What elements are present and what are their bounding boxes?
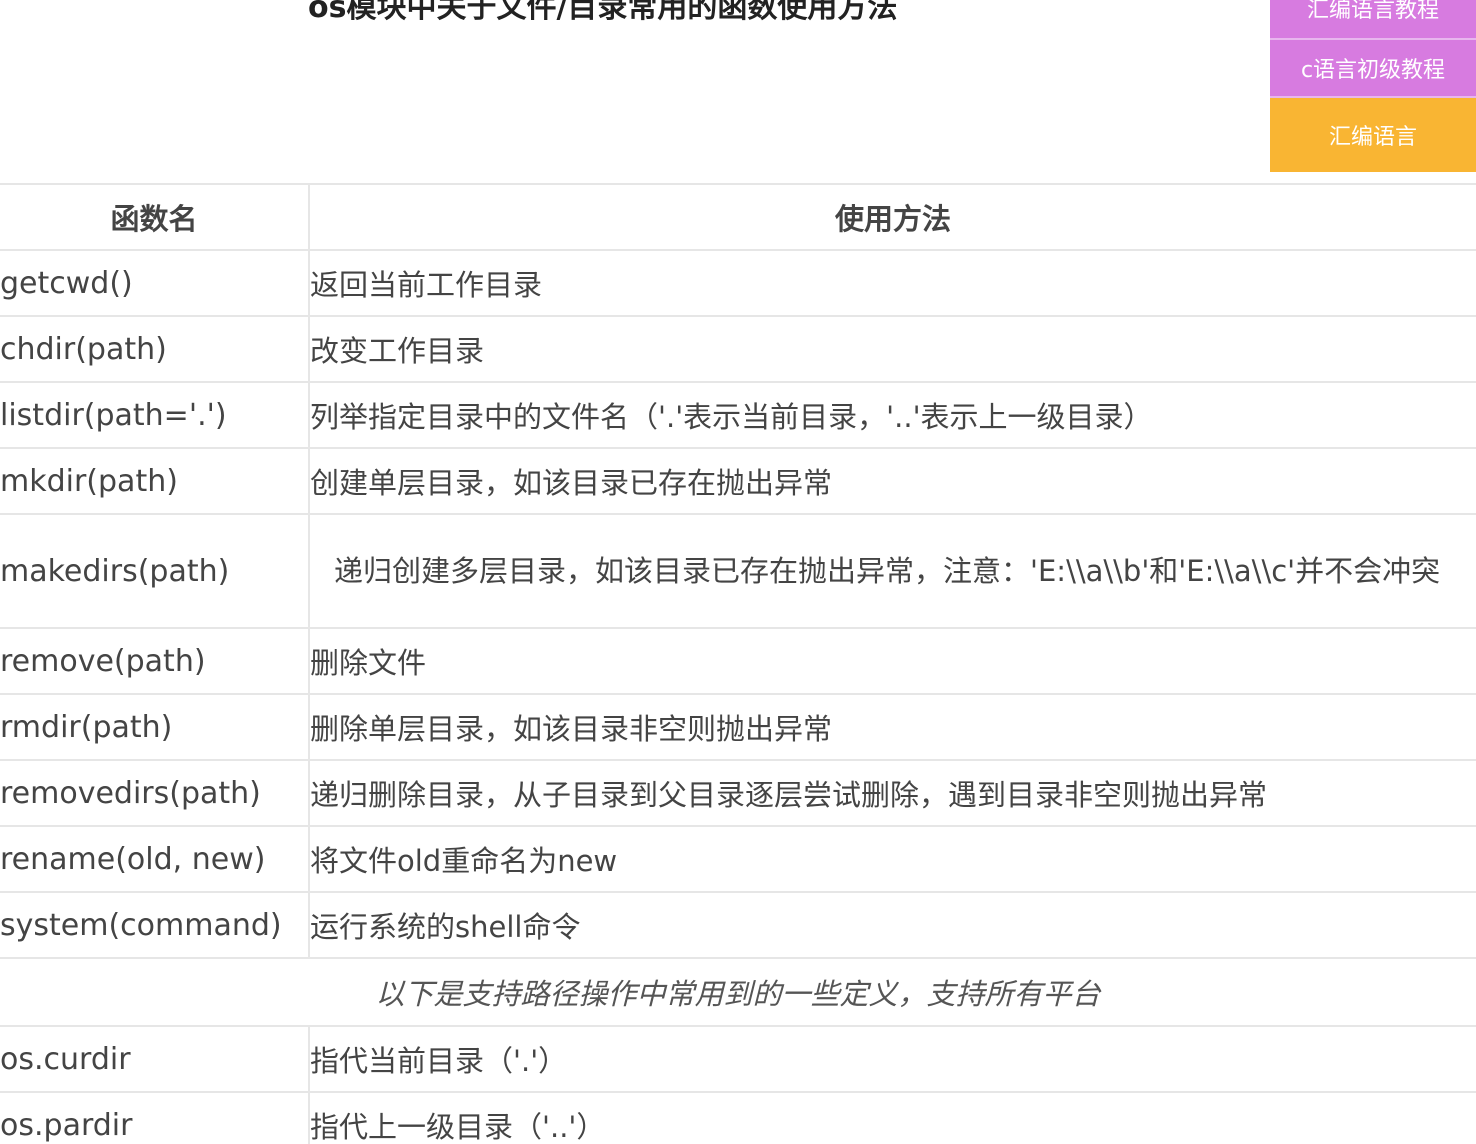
function-desc-cell: 列举指定目录中的文件名（'.'表示当前目录，'..'表示上一级目录） [309, 381, 1476, 449]
table-header-row: 函数名 使用方法 [0, 183, 1476, 251]
table-row: system(command) 运行系统的shell命令 [0, 891, 1476, 959]
function-name-cell: os.curdir [0, 1025, 310, 1093]
function-name-cell: system(command) [0, 891, 310, 959]
function-name-cell: getcwd() [0, 249, 310, 317]
table-row: remove(path) 删除文件 [0, 627, 1476, 695]
side-menu: 汇编语言教程 c语言初级教程 汇编语言 [1270, 0, 1476, 172]
function-name-cell: rename(old, new) [0, 825, 310, 893]
function-name-cell: mkdir(path) [0, 447, 310, 515]
function-name-cell: removedirs(path) [0, 759, 310, 827]
function-desc-cell: 创建单层目录，如该目录已存在抛出异常 [309, 447, 1476, 515]
menu-item-assembly-tutorial[interactable]: 汇编语言教程 [1270, 0, 1476, 40]
function-desc-cell: 指代当前目录（'.'） [309, 1025, 1476, 1093]
table-row: rename(old, new) 将文件old重命名为new [0, 825, 1476, 893]
table-row: os.pardir 指代上一级目录（'..'） [0, 1091, 1476, 1144]
function-desc-cell: 删除文件 [309, 627, 1476, 695]
function-desc-cell: 删除单层目录，如该目录非空则抛出异常 [309, 693, 1476, 761]
page-title: os模块中关于文件/目录常用的函数使用方法 [308, 0, 898, 25]
menu-item-c-beginner-tutorial[interactable]: c语言初级教程 [1270, 40, 1476, 98]
function-name-cell: rmdir(path) [0, 693, 310, 761]
os-functions-table: 函数名 使用方法 getcwd() 返回当前工作目录 chdir(path) 改… [0, 183, 1476, 1144]
table-row: chdir(path) 改变工作目录 [0, 315, 1476, 383]
table-row: makedirs(path) 递归创建多层目录，如该目录已存在抛出异常，注意：'… [0, 513, 1476, 629]
table-row: getcwd() 返回当前工作目录 [0, 249, 1476, 317]
function-desc-cell: 改变工作目录 [309, 315, 1476, 383]
header-usage: 使用方法 [309, 183, 1476, 251]
function-desc-cell: 将文件old重命名为new [309, 825, 1476, 893]
table-row: os.curdir 指代当前目录（'.'） [0, 1025, 1476, 1093]
path-definitions-note: 以下是支持路径操作中常用到的一些定义，支持所有平台 [0, 957, 1476, 1027]
table-note-row: 以下是支持路径操作中常用到的一些定义，支持所有平台 [0, 957, 1476, 1027]
function-name-cell: remove(path) [0, 627, 310, 695]
table-row: listdir(path='.') 列举指定目录中的文件名（'.'表示当前目录，… [0, 381, 1476, 449]
function-desc-cell: 递归删除目录，从子目录到父目录逐层尝试删除，遇到目录非空则抛出异常 [309, 759, 1476, 827]
function-desc-cell: 指代上一级目录（'..'） [309, 1091, 1476, 1144]
table-row: mkdir(path) 创建单层目录，如该目录已存在抛出异常 [0, 447, 1476, 515]
function-name-cell: os.pardir [0, 1091, 310, 1144]
header-function-name: 函数名 [0, 183, 310, 251]
function-desc-text: 递归创建多层目录，如该目录已存在抛出异常，注意：'E:\\a\\b'和'E:\\… [334, 554, 1441, 588]
table-row: rmdir(path) 删除单层目录，如该目录非空则抛出异常 [0, 693, 1476, 761]
function-name-cell: makedirs(path) [0, 513, 310, 629]
function-desc-cell: 返回当前工作目录 [309, 249, 1476, 317]
page: os模块中关于文件/目录常用的函数使用方法 汇编语言教程 c语言初级教程 汇编语… [0, 0, 1476, 1144]
function-name-cell: chdir(path) [0, 315, 310, 383]
table-row: removedirs(path) 递归删除目录，从子目录到父目录逐层尝试删除，遇… [0, 759, 1476, 827]
function-name-cell: listdir(path='.') [0, 381, 310, 449]
function-desc-cell: 递归创建多层目录，如该目录已存在抛出异常，注意：'E:\\a\\b'和'E:\\… [309, 513, 1476, 629]
menu-item-assembly-language[interactable]: 汇编语言 [1270, 98, 1476, 172]
function-desc-cell: 运行系统的shell命令 [309, 891, 1476, 959]
